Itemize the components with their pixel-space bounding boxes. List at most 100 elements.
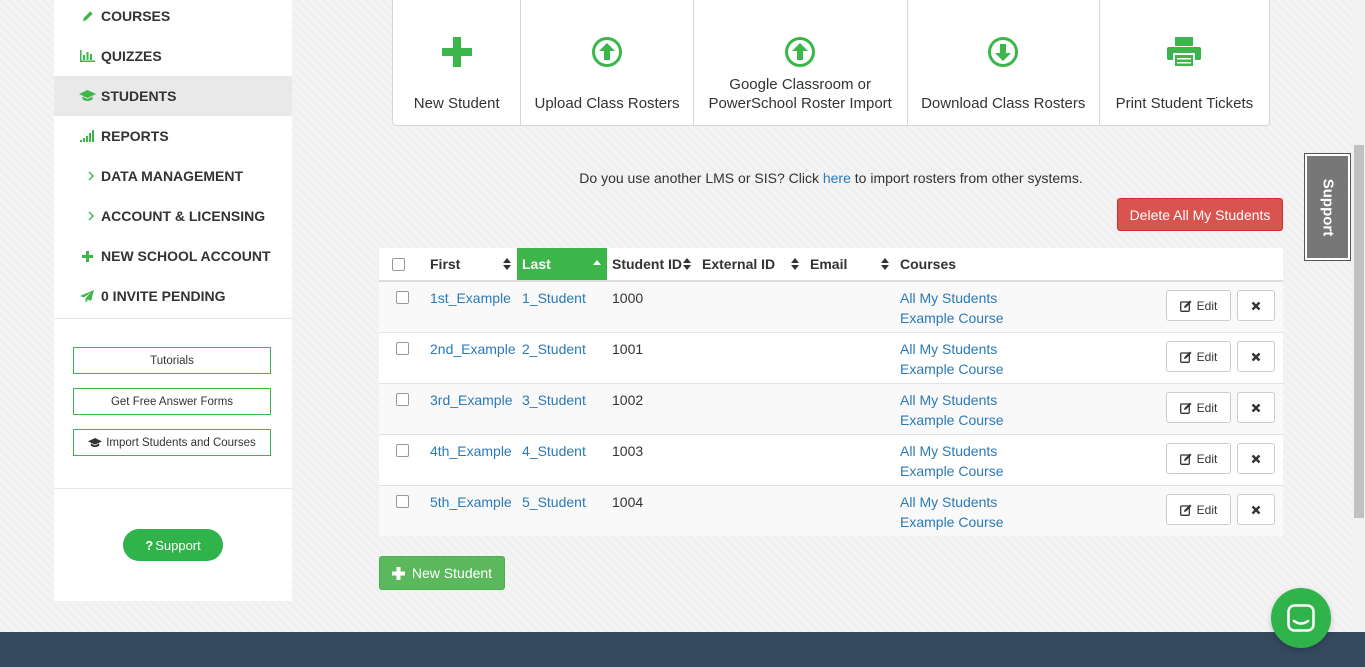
edit-label: Edit [1196,298,1218,313]
table-row: 2nd_Example 2_Student 1001 All My Studen… [379,333,1283,384]
plus-icon [441,37,472,71]
first-name-link[interactable]: 4th_Example [430,443,512,459]
course-link[interactable]: Example Course [900,461,1004,481]
new-student-action-label: New Student [413,95,500,112]
download-rosters-action[interactable]: Download Class Rosters [908,0,1100,125]
sidebar-item-label: DATA MANAGEMENT [101,168,244,184]
lms-import-link[interactable]: here [823,170,851,186]
edit-icon [1179,504,1192,516]
row-checkbox-cell [396,393,409,406]
support-tab[interactable]: Support [1304,153,1351,261]
sort-icon [503,258,511,270]
close-icon [1251,301,1261,310]
column-header-last[interactable]: Last [517,248,607,280]
course-link[interactable]: Example Course [900,512,1004,532]
last-name-link[interactable]: 5_Student [522,494,586,510]
edit-button[interactable]: Edit [1166,290,1231,321]
column-header-courses: Courses [895,248,1095,280]
course-link[interactable]: Example Course [900,410,1004,430]
tutorials-button[interactable]: Tutorials [73,347,271,374]
delete-student-button[interactable] [1237,392,1275,423]
column-header-student-id[interactable]: Student ID [607,248,697,280]
sidebar-item-label: ACCOUNT & LICENSING [101,208,266,224]
course-link[interactable]: All My Students [900,288,1004,308]
edit-button[interactable]: Edit [1166,494,1231,525]
google-classroom-import-action[interactable]: Google Classroom or PowerSchool Roster I… [694,0,908,125]
import-students-label: Import Students and Courses [106,436,256,449]
row-checkbox-cell [396,291,409,304]
plus-icon [78,236,96,276]
table-row: 5th_Example 5_Student 1004 All My Studen… [379,486,1283,536]
column-header-external-id[interactable]: External ID [697,248,805,280]
print-tickets-action[interactable]: Print Student Tickets [1100,0,1269,125]
edit-button[interactable]: Edit [1166,392,1231,423]
sidebar-item-reports[interactable]: REPORTS [54,116,292,156]
sidebar-item-label: REPORTS [101,128,169,144]
arrow-circle-up-icon [784,36,816,72]
sidebar-item-courses[interactable]: COURSES [54,0,292,36]
select-all-checkbox[interactable] [392,257,405,271]
course-link[interactable]: Example Course [900,359,1004,379]
sidebar-item-data-management[interactable]: DATA MANAGEMENT [54,156,292,196]
courses-cell: All My Students Example Course [900,290,1004,328]
delete-student-button[interactable] [1237,341,1275,372]
first-name-link[interactable]: 1st_Example [430,290,511,306]
sidebar-item-label: NEW SCHOOL ACCOUNT [101,248,271,264]
edit-button[interactable]: Edit [1166,443,1231,474]
students-table: First Last Student ID External ID Email … [379,248,1283,536]
vertical-scrollbar[interactable] [1353,0,1365,632]
chat-launcher-button[interactable] [1271,588,1331,648]
row-checkbox[interactable] [396,342,409,355]
sidebar-item-invite-pending[interactable]: 0 INVITE PENDING [54,276,292,316]
edit-button[interactable]: Edit [1166,341,1231,372]
sidebar-item-students[interactable]: STUDENTS [54,76,292,116]
sidebar-item-account-licensing[interactable]: ACCOUNT & LICENSING [54,196,292,236]
sidebar-item-new-school-account[interactable]: NEW SCHOOL ACCOUNT [54,236,292,276]
sidebar-item-quizzes[interactable]: QUIZZES [54,36,292,76]
edit-label: Edit [1196,451,1218,466]
header-label: Last [522,256,551,272]
row-checkbox[interactable] [396,444,409,457]
lms-note-text-end: to import rosters from other systems. [850,170,1083,186]
delete-student-button[interactable] [1237,443,1275,474]
last-name-link[interactable]: 1_Student [522,290,586,306]
student-id: 1001 [612,341,644,357]
row-checkbox[interactable] [396,291,409,304]
signal-icon [78,116,96,156]
support-label: Support [155,537,201,553]
column-header-first[interactable]: First [425,248,517,280]
last-name-link[interactable]: 4_Student [522,443,586,459]
header-label: First [430,256,461,272]
course-link[interactable]: All My Students [900,492,1004,512]
column-header-email[interactable]: Email [805,248,895,280]
new-student-button[interactable]: New Student [379,556,505,590]
course-link[interactable]: All My Students [900,339,1004,359]
upload-rosters-action[interactable]: Upload Class Rosters [521,0,694,125]
support-button[interactable]: ? Support [123,529,223,561]
import-students-button[interactable]: Import Students and Courses [73,429,271,456]
course-link[interactable]: All My Students [900,441,1004,461]
first-name-link[interactable]: 2nd_Example [430,341,516,357]
course-link[interactable]: All My Students [900,390,1004,410]
first-name-link[interactable]: 3rd_Example [430,392,513,408]
sidebar-item-label: 0 INVITE PENDING [101,288,226,304]
row-checkbox[interactable] [396,495,409,508]
header-label: Courses [900,256,957,272]
course-link[interactable]: Example Course [900,308,1004,328]
last-name-link[interactable]: 3_Student [522,392,586,408]
new-student-action[interactable]: New Student [393,0,522,125]
delete-student-button[interactable] [1237,290,1275,321]
first-name-link[interactable]: 5th_Example [430,494,512,510]
support-tab-inner: Support [1307,156,1348,258]
delete-all-students-button[interactable]: Delete All My Students [1117,198,1283,231]
chat-icon [1287,604,1315,632]
scrollbar-thumb[interactable] [1354,145,1364,518]
sidebar-item-label: QUIZZES [101,48,162,64]
row-checkbox[interactable] [396,393,409,406]
sidebar-item-label: STUDENTS [101,88,177,104]
delete-student-button[interactable] [1237,494,1275,525]
student-id: 1000 [612,290,644,306]
answer-forms-button[interactable]: Get Free Answer Forms [73,388,271,415]
sort-icon [683,258,691,270]
last-name-link[interactable]: 2_Student [522,341,586,357]
